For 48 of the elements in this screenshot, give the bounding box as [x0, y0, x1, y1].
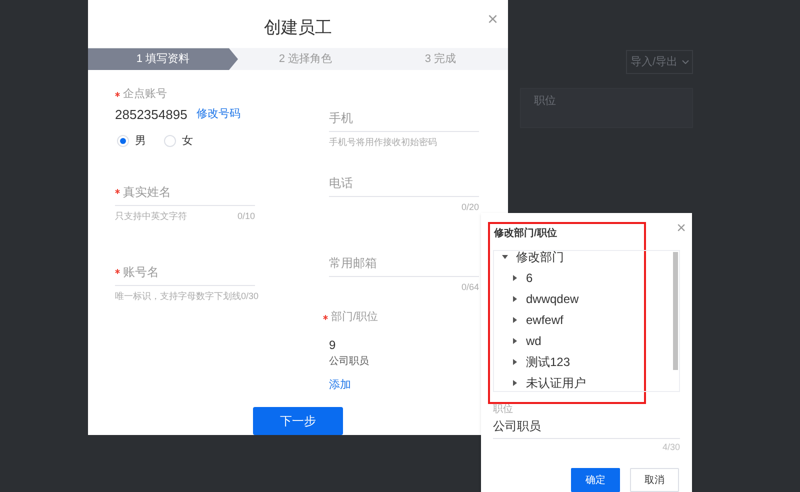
caret-right-icon[interactable]: [512, 296, 518, 302]
caret-right-icon[interactable]: [512, 338, 518, 344]
hint-text: 手机号将用作接收初始密码: [329, 136, 437, 149]
field-label: 常用邮箱: [329, 255, 377, 272]
hint-text: 唯一标识，支持字母数字下划线: [115, 290, 241, 302]
char-count: 0/64: [461, 281, 479, 294]
radio-label: 女: [182, 134, 193, 149]
caret-right-icon[interactable]: [512, 316, 518, 322]
confirm-button[interactable]: 确定: [571, 468, 620, 492]
char-count: 0/30: [241, 290, 259, 302]
field-label: 手机: [329, 110, 353, 127]
hint-text: 只支持中英文字符: [115, 210, 187, 222]
next-button[interactable]: 下一步: [253, 407, 343, 435]
radio-button[interactable]: [117, 135, 129, 148]
caret-down-icon[interactable]: [502, 254, 508, 260]
tree-item[interactable]: 未认证用户: [526, 374, 586, 390]
radio-label: 男: [135, 134, 146, 149]
field-label: 账号名: [123, 264, 159, 280]
popup-title: 修改部门/职位: [493, 226, 558, 241]
char-count: 4/30: [662, 440, 680, 454]
tree-item[interactable]: ewfewf: [526, 310, 564, 328]
position-value: 公司职员: [329, 354, 370, 368]
column-label: 职位: [534, 94, 556, 109]
department-value: 9: [329, 336, 337, 354]
field-label: 职位: [493, 402, 514, 416]
caret-right-icon[interactable]: [512, 358, 518, 364]
cancel-button[interactable]: 取消: [630, 468, 679, 492]
radio-button[interactable]: [164, 135, 176, 148]
field-label: 部门/职位: [331, 310, 378, 325]
dialog-title: 创建员工: [264, 17, 332, 39]
caret-right-icon[interactable]: [512, 274, 518, 280]
field-label: 电话: [329, 175, 353, 192]
char-count: 0/20: [461, 201, 479, 214]
scrollbar[interactable]: [673, 252, 678, 370]
tree-item[interactable]: wd: [526, 332, 542, 350]
chevron-down-icon: [682, 60, 689, 64]
field-label: 企点账号: [123, 86, 167, 102]
tree-item[interactable]: 测试123: [526, 352, 570, 370]
char-count: 0/10: [237, 210, 255, 222]
field-label: 真实姓名: [123, 184, 171, 200]
add-link[interactable]: 添加: [329, 376, 479, 393]
step-tab[interactable]: 1 填写资料: [88, 48, 238, 70]
input-field[interactable]: 公司职员: [493, 416, 680, 438]
tree-item[interactable]: dwwqdew: [526, 290, 579, 308]
tree-item[interactable]: 6: [526, 268, 533, 286]
change-number-link[interactable]: 修改号码: [196, 106, 240, 122]
account-number: 2852354895: [115, 106, 188, 124]
caret-right-icon[interactable]: [512, 380, 518, 386]
